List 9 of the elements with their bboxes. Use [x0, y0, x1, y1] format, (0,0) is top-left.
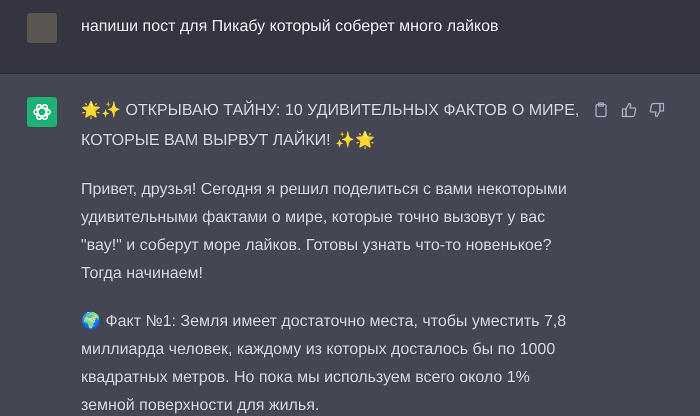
thumbs-up-icon[interactable]: [621, 102, 637, 118]
answer-paragraph: 🌍 Факт №1: Земля имеет достаточно места, чтобы уместить 7,8 миллиарда человек, каждому из которых досталось бы по 1000 квадратных метров. Но пока мы используем всего около 1% земной поверхности для жилья.: [81, 310, 568, 416]
assistant-logo-icon: [27, 97, 57, 127]
thumbs-down-icon[interactable]: [649, 102, 665, 118]
user-message-text: напиши пост для Пикабу который соберет много лайков: [81, 17, 498, 37]
answer-title: 🌟✨ ОТКРЫВАЮ ТАЙНУ: 10 УДИВИТЕЛЬНЫХ ФАКТОВ О МИРЕ, КОТОРЫЕ ВАМ ВЫРВУТ ЛАЙКИ! ✨🌟: [81, 102, 580, 149]
copy-icon[interactable]: [593, 102, 609, 118]
avatar-photo-placeholder: [27, 13, 57, 43]
answer-paragraph: Привет, друзья! Сегодня я решил поделиться с вами некоторыми удивительными фактами о мире, которые точно вызовут у вас "вау!" и соберут море лайков. Готовы узнать что-то новенькое? Тогда начинаем!: [81, 180, 568, 284]
